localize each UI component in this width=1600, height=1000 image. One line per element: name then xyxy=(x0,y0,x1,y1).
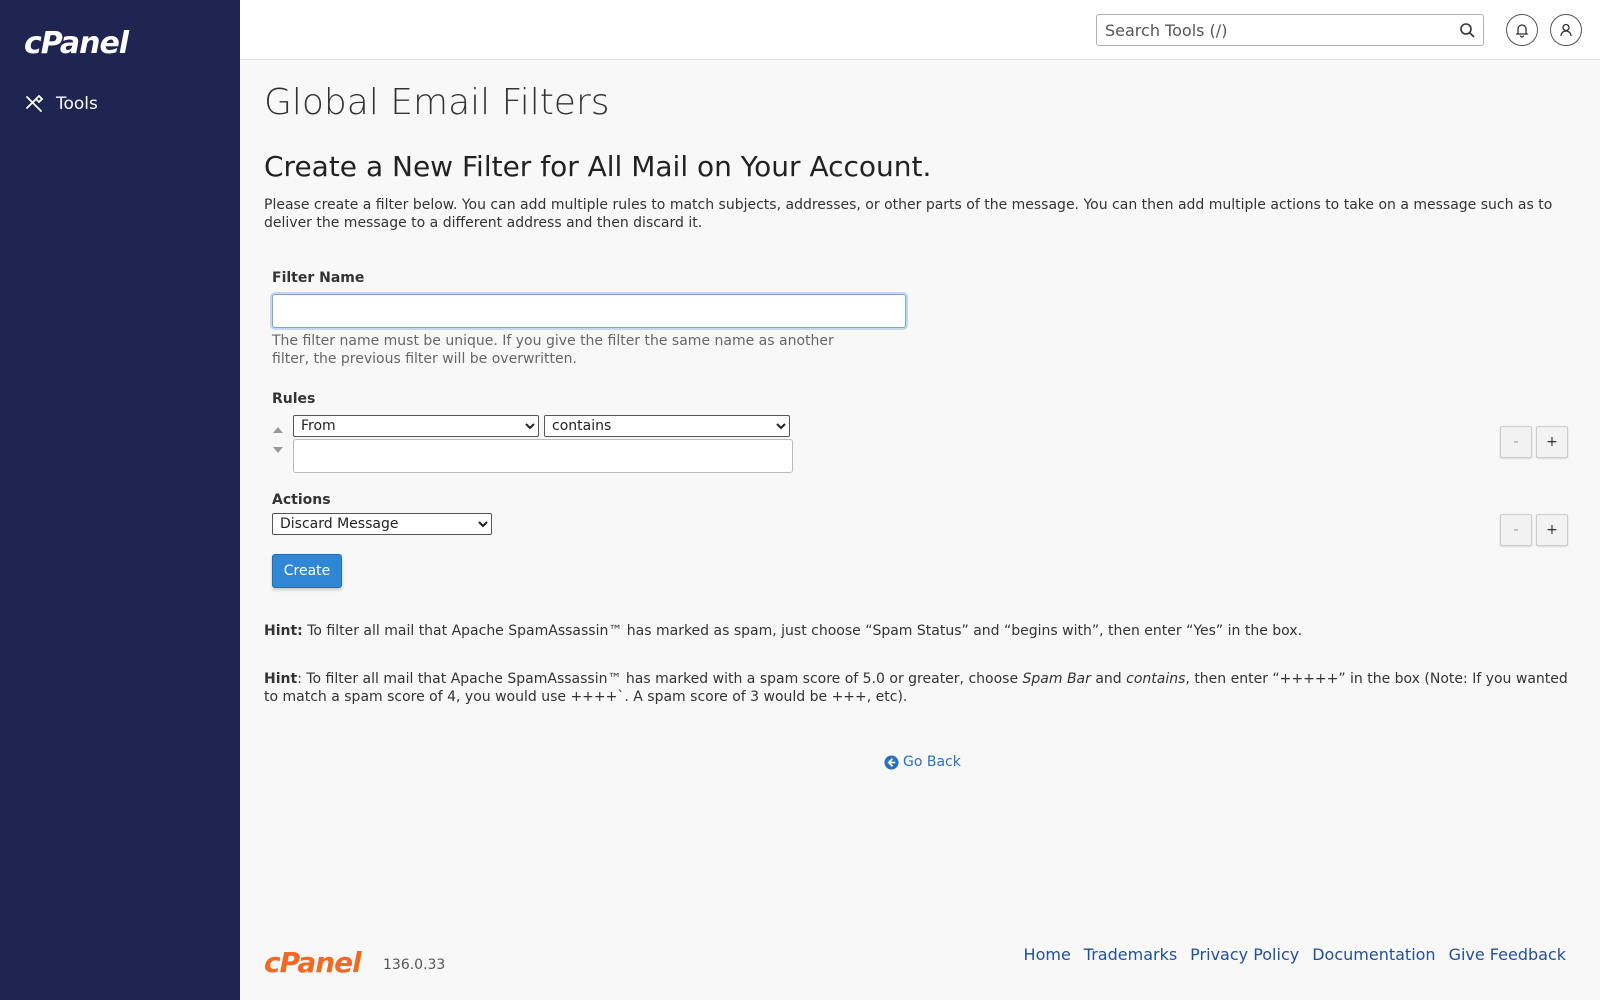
footer-link-trademarks[interactable]: Trademarks xyxy=(1084,945,1177,964)
hint-text: : To filter all mail that Apache SpamAss… xyxy=(297,671,1023,687)
footer-link-home[interactable]: Home xyxy=(1024,945,1071,964)
actions-label: Actions xyxy=(272,492,331,508)
version-label: 136.0.33 xyxy=(383,957,446,973)
user-icon xyxy=(1560,23,1572,37)
sidebar-item-tools[interactable]: Tools xyxy=(24,94,98,114)
remove-rule-button[interactable]: - xyxy=(1500,426,1532,458)
tools-icon xyxy=(26,94,44,112)
remove-action-button[interactable]: - xyxy=(1500,514,1532,546)
search-box xyxy=(1096,14,1484,46)
sidebar: cPanel Tools xyxy=(0,0,240,1000)
cpanel-logo[interactable]: cPanel xyxy=(24,26,129,61)
footer-link-privacy-policy[interactable]: Privacy Policy xyxy=(1190,945,1299,964)
arrow-left-circle-icon xyxy=(884,754,899,770)
hint-emphasis: contains xyxy=(1126,671,1186,687)
move-rule-down-icon[interactable] xyxy=(273,447,283,453)
sidebar-item-label: Tools xyxy=(56,94,98,114)
hint-text: To filter all mail that Apache SpamAssas… xyxy=(302,623,1303,639)
rules-label: Rules xyxy=(272,391,316,407)
action-select[interactable]: Discard Message xyxy=(272,513,492,535)
filter-name-help: The filter name must be unique. If you g… xyxy=(272,333,834,367)
page-description: Please create a filter below. You can ad… xyxy=(264,197,1553,231)
rule-order-controls xyxy=(273,427,285,453)
filter-name-input[interactable] xyxy=(272,294,906,328)
go-back-link[interactable]: Go Back xyxy=(884,754,961,770)
hint-label: Hint: xyxy=(264,623,303,639)
hint-emphasis: Spam Bar xyxy=(1022,671,1091,687)
section-heading: Create a New Filter for All Mail on Your… xyxy=(264,150,932,183)
move-rule-up-icon[interactable] xyxy=(273,427,283,433)
footer-link-documentation[interactable]: Documentation xyxy=(1312,945,1435,964)
top-bar xyxy=(240,0,1600,60)
bell-icon xyxy=(1515,24,1529,38)
rule-field-select[interactable]: From xyxy=(293,415,539,437)
hint-spam-status: Hint: To filter all mail that Apache Spa… xyxy=(264,622,1574,640)
filter-name-label: Filter Name xyxy=(272,270,365,286)
create-button[interactable]: Create xyxy=(272,554,342,588)
user-menu-button[interactable] xyxy=(1550,14,1582,46)
footer-cpanel-logo: cPanel xyxy=(264,946,362,979)
rule-operator-select[interactable]: contains xyxy=(544,415,790,437)
go-back-label: Go Back xyxy=(903,754,961,770)
hint-text: and xyxy=(1090,671,1127,687)
search-input[interactable] xyxy=(1097,15,1447,45)
notifications-button[interactable] xyxy=(1506,14,1538,46)
hint-spam-bar: Hint: To filter all mail that Apache Spa… xyxy=(264,670,1574,706)
add-action-button[interactable]: + xyxy=(1536,514,1568,546)
add-rule-button[interactable]: + xyxy=(1536,426,1568,458)
hint-label: Hint xyxy=(264,671,298,687)
footer-link-give-feedback[interactable]: Give Feedback xyxy=(1449,945,1566,964)
page-title: Global Email Filters xyxy=(264,82,610,123)
footer-links: Home Trademarks Privacy Policy Documenta… xyxy=(1024,945,1566,964)
search-icon[interactable] xyxy=(1459,22,1475,38)
rule-value-input[interactable] xyxy=(293,439,793,473)
